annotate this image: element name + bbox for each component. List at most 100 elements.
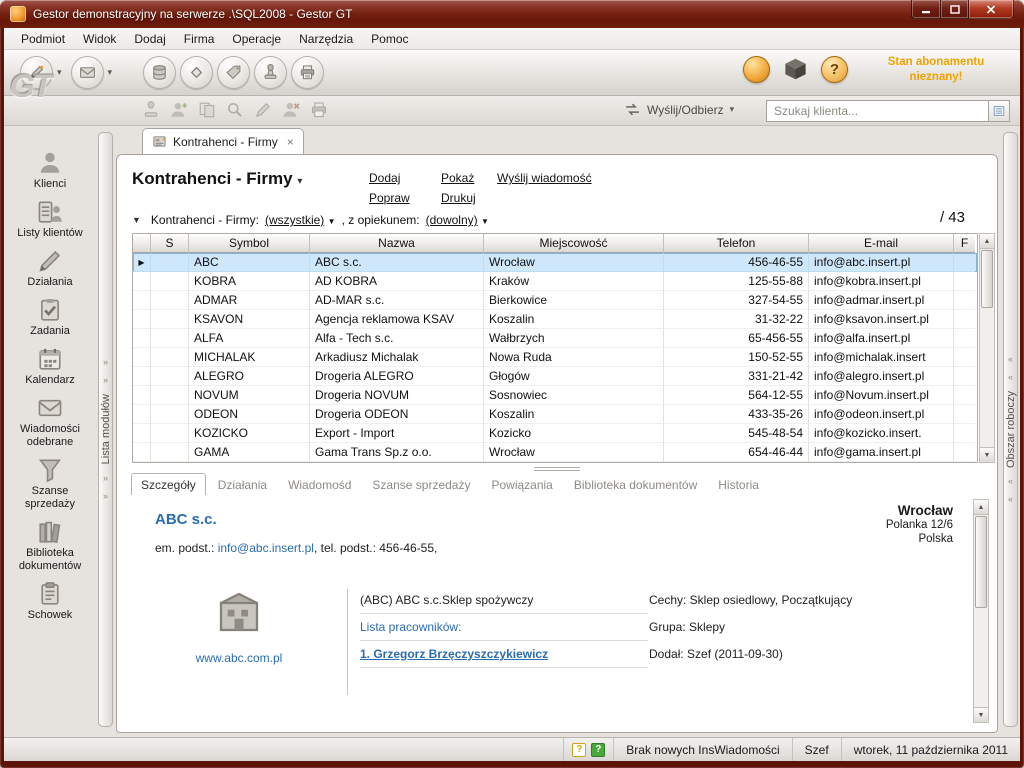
column-header-nazwa[interactable]: Nazwa — [310, 234, 484, 253]
insert-coin-icon[interactable] — [743, 56, 770, 83]
page-title[interactable]: Kontrahenci - Firmy ▾ — [132, 169, 302, 189]
send-message-link[interactable]: Wyślij wiadomość — [497, 171, 592, 185]
table-row[interactable]: NOVUMDrogeria NOVUMSosnowiec564-12-55inf… — [133, 386, 977, 405]
menu-item[interactable]: Widok — [74, 29, 125, 49]
scrollbar-thumb[interactable] — [975, 516, 987, 608]
sidebar-item-dzialania[interactable]: Działania — [6, 248, 94, 289]
price-tags-button[interactable] — [217, 56, 250, 89]
column-header-telefon[interactable]: Telefon — [664, 234, 809, 253]
sidebar-item-wiadomosci-odebrane[interactable]: Wiadomości odebrane — [6, 395, 94, 449]
column-header-symbol[interactable]: Symbol — [189, 234, 310, 253]
menu-item[interactable]: Pomoc — [362, 29, 417, 49]
help-icon[interactable]: ? — [821, 56, 848, 83]
table-row[interactable]: KSAVONAgencja reklamowa KSAVKoszalin31-3… — [133, 310, 977, 329]
sidebar-item-biblioteka-dokumentow[interactable]: Biblioteka dokumentów — [6, 519, 94, 573]
menu-item[interactable]: Podmiot — [12, 29, 74, 49]
new-message-button[interactable] — [71, 56, 104, 89]
sidebar-item-zadania[interactable]: Zadania — [6, 297, 94, 338]
column-header-email[interactable]: E-mail — [809, 234, 954, 253]
search-list-button[interactable] — [988, 100, 1010, 122]
table-row[interactable]: KOBRAAD KOBRAKraków125-55-88info@kobra.i… — [133, 272, 977, 291]
quick-add-client-icon[interactable] — [170, 101, 190, 121]
contact-suffix: , tel. podst.: 456-46-55, — [314, 541, 437, 555]
database-button[interactable] — [143, 56, 176, 89]
column-header-s[interactable]: S — [151, 234, 189, 253]
detail-tab[interactable]: Powiązania — [482, 474, 561, 496]
services-button[interactable] — [180, 56, 213, 89]
table-row[interactable]: ALEGRODrogeria ALEGROGłogów331-21-42info… — [133, 367, 977, 386]
minimize-button[interactable] — [911, 0, 941, 19]
chevron-down-icon: ▾ — [297, 176, 302, 187]
detail-tab[interactable]: Historia — [709, 474, 768, 496]
table-row[interactable]: ▶ABCABC s.c.Wrocław456-46-55info@abc.ins… — [133, 253, 977, 272]
chevron-down-icon[interactable]: ▾ — [57, 67, 62, 78]
cell: KOZICKO — [189, 424, 310, 443]
cell — [151, 386, 189, 405]
menu-item[interactable]: Dodaj — [125, 29, 174, 49]
table-row[interactable]: ALFAAlfa - Tech s.c.Wałbrzych65-456-55in… — [133, 329, 977, 348]
quick-edit-icon[interactable] — [254, 101, 274, 121]
tab-close-icon[interactable]: × — [287, 136, 294, 148]
website-link[interactable]: www.abc.com.pl — [196, 651, 283, 665]
detail-tab[interactable]: Szczegóły — [131, 473, 206, 497]
sidebar-item-listy-klientow[interactable]: Listy klientów — [6, 199, 94, 240]
menu-item[interactable]: Firma — [175, 29, 224, 49]
table-scrollbar[interactable]: ▲ ▼ — [979, 233, 995, 463]
add-link[interactable]: Dodaj — [369, 171, 410, 185]
chevron-down-icon[interactable]: ▾ — [108, 67, 113, 78]
table-body: ▶ABCABC s.c.Wrocław456-46-55info@abc.ins… — [133, 253, 977, 462]
quick-delete-icon[interactable] — [282, 101, 302, 121]
table-row[interactable]: KOZICKOExport - ImportKozicko545-48-54in… — [133, 424, 977, 443]
menu-item[interactable]: Operacje — [223, 29, 290, 49]
title-bar[interactable]: Gestor demonstracyjny na serwerze .\SQL2… — [0, 0, 1024, 28]
detail-tab[interactable]: Wiadomośd — [279, 474, 360, 496]
quick-print-icon[interactable] — [310, 101, 330, 121]
sidebar-item-schowek[interactable]: Schowek — [6, 581, 94, 622]
show-link[interactable]: Pokaż — [441, 171, 476, 185]
email-link[interactable]: info@abc.insert.pl — [218, 541, 314, 555]
send-receive-label: Wyślij/Odbierz — [647, 103, 724, 117]
insmail-status-icon[interactable]: ? — [591, 743, 605, 757]
column-header[interactable] — [133, 234, 151, 253]
employee-link[interactable]: 1. Grzegorz Brzęczyszczykiewicz — [360, 647, 548, 661]
edit-link[interactable]: Popraw — [369, 191, 410, 205]
details-scrollbar[interactable]: ▲ ▼ — [973, 499, 989, 723]
send-receive-button[interactable]: Wyślij/Odbierz ▾ — [624, 101, 743, 118]
search-input[interactable] — [766, 100, 988, 122]
close-button[interactable] — [969, 0, 1014, 19]
help-status-icon[interactable]: ? — [572, 743, 586, 757]
table-row[interactable]: ADMARAD-MAR s.c.Bierkowice327-54-55info@… — [133, 291, 977, 310]
quick-seal-icon[interactable] — [142, 101, 162, 121]
seal-button[interactable] — [254, 56, 287, 89]
filter-toggle-icon[interactable]: ▼ — [132, 215, 141, 225]
sidebar-item-klienci[interactable]: Klienci — [6, 150, 94, 191]
cell — [954, 253, 975, 272]
column-header-f[interactable]: F — [954, 234, 975, 253]
filter-value-all[interactable]: (wszystkie) ▼ — [265, 213, 336, 227]
status-message[interactable]: Brak nowych InsWiadomości — [613, 738, 791, 761]
print-link[interactable]: Drukuj — [441, 191, 476, 205]
package-cube-icon[interactable] — [782, 56, 809, 83]
sidebar-item-kalendarz[interactable]: Kalendarz — [6, 346, 94, 387]
scrollbar-thumb[interactable] — [981, 250, 993, 308]
detail-tab[interactable]: Biblioteka dokumentów — [565, 474, 706, 496]
detail-tab[interactable]: Działania — [209, 474, 276, 496]
maximize-button[interactable] — [941, 0, 969, 19]
table-row[interactable]: ODEONDrogeria ODEONKoszalin433-35-26info… — [133, 405, 977, 424]
sidebar-item-szanse-sprzedazy[interactable]: Szanse sprzedaży — [6, 457, 94, 511]
cell — [133, 424, 151, 443]
column-header-miejscowo[interactable]: Miejscowość — [484, 234, 664, 253]
splitter-grip[interactable] — [534, 467, 580, 471]
quick-duplicate-icon[interactable] — [198, 101, 218, 121]
menu-item[interactable]: Narzędzia — [290, 29, 362, 49]
stamp-icon — [262, 64, 279, 81]
table-row[interactable]: MICHALAKArkadiusz MichalakNowa Ruda150-5… — [133, 348, 977, 367]
filter-value-caretaker[interactable]: (dowolny) ▼ — [426, 213, 489, 227]
quick-view-icon[interactable] — [226, 101, 246, 121]
print-button[interactable] — [291, 56, 324, 89]
tab-kontrahenci-firmy[interactable]: Kontrahenci - Firmy × — [142, 128, 304, 154]
workspace-strip[interactable]: « « Obszar roboczy « « — [1003, 132, 1018, 727]
module-strip[interactable]: » » Lista modułów » » — [98, 132, 113, 727]
table-row[interactable]: GAMAGama Trans Sp.z o.o.Wrocław654-46-44… — [133, 443, 977, 462]
detail-tab[interactable]: Szanse sprzedaży — [363, 474, 479, 496]
